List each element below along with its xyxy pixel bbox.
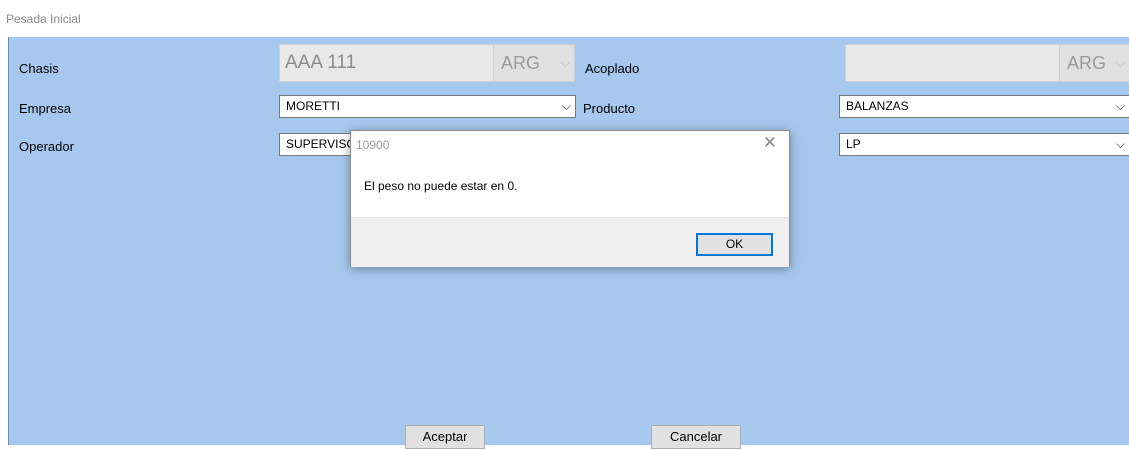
operador-label: Operador bbox=[19, 139, 74, 154]
producto-label: Producto bbox=[583, 101, 636, 116]
third-select[interactable]: LP ⌵ bbox=[839, 133, 1129, 156]
chasis-label: Chasis bbox=[19, 61, 59, 76]
empresa-value: MORETTI bbox=[286, 99, 340, 113]
producto-value: BALANZAS bbox=[846, 99, 909, 113]
chasis-country-value: ARG bbox=[501, 53, 541, 73]
chasis-country-select[interactable]: ARG ⌵ bbox=[493, 44, 575, 82]
dialog-title: 10900 bbox=[356, 138, 390, 152]
chasis-input[interactable]: AAA 111 bbox=[279, 44, 494, 82]
chevron-down-icon: ⌵ bbox=[561, 99, 571, 113]
empresa-select[interactable]: MORETTI ⌵ bbox=[279, 95, 576, 118]
acoplado-country-value: ARG bbox=[1067, 53, 1107, 73]
window-title: Pesada Inicial bbox=[6, 12, 81, 26]
message-dialog: 10900 ✕ El peso no puede estar en 0. OK bbox=[350, 130, 790, 267]
acoplado-input[interactable] bbox=[845, 44, 1060, 82]
ok-button[interactable]: OK bbox=[696, 233, 773, 256]
producto-select[interactable]: BALANZAS ⌵ bbox=[839, 95, 1129, 118]
third-select-value: LP bbox=[846, 137, 861, 151]
dialog-message: El peso no puede estar en 0. bbox=[364, 179, 518, 193]
acoplado-country-select[interactable]: ARG ⌵ bbox=[1059, 44, 1129, 82]
chevron-down-icon: ⌵ bbox=[1115, 137, 1125, 151]
empresa-label: Empresa bbox=[19, 101, 72, 116]
chevron-down-icon: ⌵ bbox=[1115, 99, 1125, 113]
chasis-value: AAA 111 bbox=[285, 52, 357, 73]
aceptar-button[interactable]: Aceptar bbox=[405, 425, 485, 449]
chevron-down-icon: ⌵ bbox=[560, 56, 570, 70]
close-icon[interactable]: ✕ bbox=[763, 133, 777, 153]
chevron-down-icon: ⌵ bbox=[1115, 56, 1125, 70]
cancelar-button[interactable]: Cancelar bbox=[651, 425, 741, 449]
acoplado-label: Acoplado bbox=[585, 61, 640, 76]
dialog-footer: OK bbox=[351, 217, 789, 267]
